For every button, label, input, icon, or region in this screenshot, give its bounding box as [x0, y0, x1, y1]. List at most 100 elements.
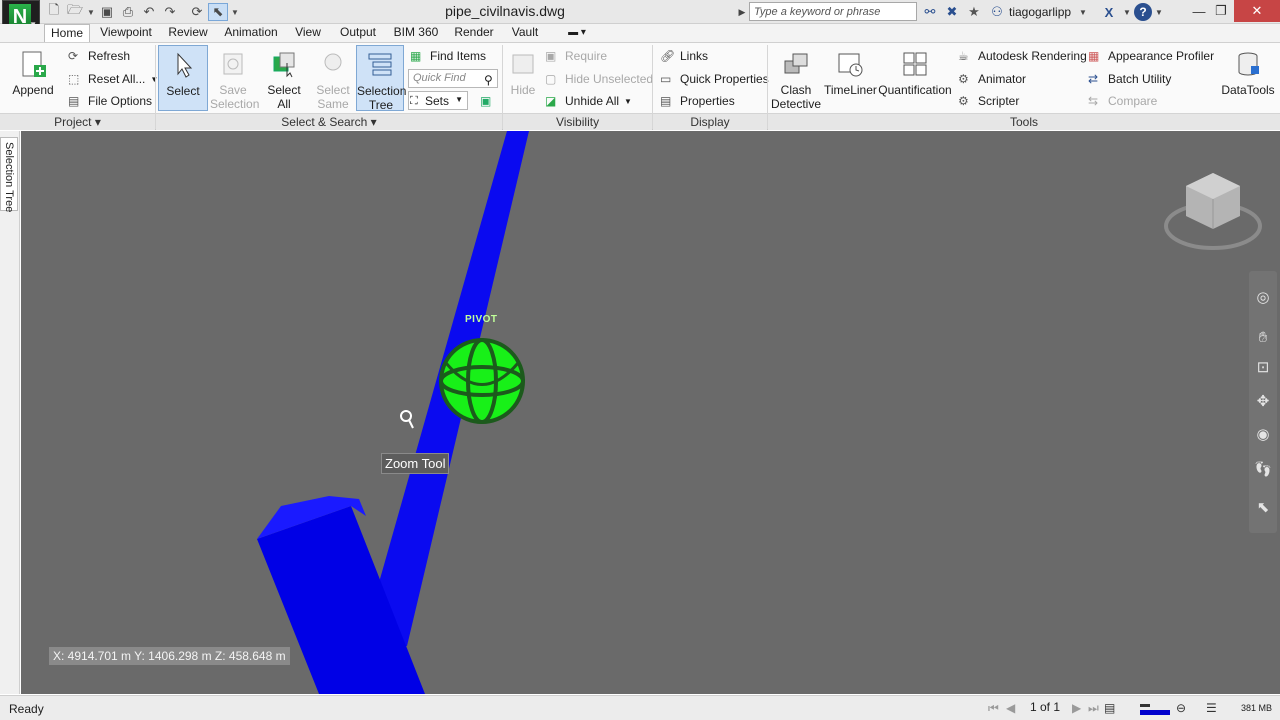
left-dock-bar: Selection Tree	[0, 131, 20, 694]
select-all-button[interactable]: Select All	[260, 45, 308, 111]
select-all-label: Select All	[267, 83, 301, 111]
orbit-icon[interactable]: ✥	[1253, 391, 1273, 411]
select-button[interactable]: Select	[158, 45, 208, 111]
batch-utility-button[interactable]: ⇄ Batch Utility	[1088, 69, 1171, 89]
animator-button[interactable]: ⚙ Animator	[958, 69, 1026, 89]
clash-detective-button[interactable]: Clash Detective	[770, 45, 822, 111]
tab-review[interactable]: Review	[164, 24, 212, 42]
scripter-button[interactable]: ⚙ Scripter	[958, 91, 1019, 111]
help-icon[interactable]: ?	[1134, 3, 1152, 21]
autodesk-rendering-label: Autodesk Rendering	[978, 49, 1087, 63]
look-around-icon[interactable]: ◉	[1253, 424, 1273, 444]
favorites-star-icon[interactable]: ★	[964, 3, 984, 21]
datatools-button[interactable]: DataTools	[1220, 45, 1276, 111]
autodesk-rendering-button[interactable]: ☕︎ Autodesk Rendering	[958, 46, 1087, 66]
panel-title-display: Display	[653, 113, 767, 130]
unhide-all-button[interactable]: ◪ Unhide All ▼	[545, 91, 632, 111]
quick-find-search-icon[interactable]: ⚲	[484, 70, 498, 90]
hide-unselected-label: Hide Unselected	[565, 72, 654, 86]
compare-button[interactable]: ⇆ Compare	[1088, 91, 1157, 111]
exchange-apps-icon[interactable]: X	[1098, 3, 1120, 21]
tab-render[interactable]: Render	[450, 24, 498, 42]
selection-tree-icon	[368, 53, 392, 76]
timeliner-button[interactable]: TimeLiner	[824, 45, 877, 111]
ribbon-tab-bar: Home Viewpoint Review Animation View Out…	[0, 24, 1280, 42]
tab-vault[interactable]: Vault	[506, 24, 544, 42]
close-button[interactable]: ✕	[1234, 0, 1280, 22]
tab-animation[interactable]: Animation	[220, 24, 282, 42]
walk-icon[interactable]: 👣︎	[1253, 459, 1273, 479]
steering-wheel-icon[interactable]: ◎	[1253, 287, 1273, 307]
chevron-down-icon[interactable]: ▼	[1078, 3, 1088, 21]
save-selection-button[interactable]: Save Selection	[210, 45, 260, 111]
batch-utility-icon: ⇄	[1088, 71, 1099, 86]
select-same-button[interactable]: Select Same	[310, 45, 356, 111]
compare-icon: ⇆	[1088, 93, 1099, 108]
select-all-icon	[273, 52, 295, 78]
communication-center-icon[interactable]: ✖	[942, 3, 962, 21]
zoom-window-icon[interactable]: ⊡	[1253, 357, 1273, 377]
file-options-button[interactable]: ▤ File Options	[68, 91, 152, 111]
hide-unselected-button[interactable]: ▢ Hide Unselected	[545, 69, 653, 89]
reset-icon: ⬚	[68, 71, 80, 86]
panel-title-select-search[interactable]: Select & Search ▾	[156, 113, 502, 130]
tab-output[interactable]: Output	[334, 24, 382, 42]
require-button[interactable]: ▣ Require	[545, 46, 607, 66]
properties-button[interactable]: ▤ Properties	[660, 91, 735, 111]
chevron-down-icon[interactable]: ▼	[1154, 3, 1164, 21]
web-server-icon: ☰	[1206, 701, 1217, 715]
selection-tree-dock-tab[interactable]: Selection Tree	[0, 137, 18, 212]
append-button[interactable]: Append	[8, 45, 58, 111]
refresh-button[interactable]: ⟳ Refresh	[68, 46, 130, 66]
pan-hand-icon[interactable]: ✋︎	[1253, 327, 1273, 347]
find-items-button[interactable]: ▦ Find Items	[410, 46, 486, 66]
panel-title-project[interactable]: Project ▾	[0, 113, 155, 130]
quantification-label: Quantification	[878, 83, 952, 97]
previous-sheet-icon[interactable]: ◀	[1006, 701, 1015, 715]
first-sheet-icon[interactable]: ⏮	[988, 701, 999, 716]
restore-button[interactable]: ❐	[1206, 0, 1236, 22]
timeliner-label: TimeLiner	[824, 83, 877, 97]
select-cursor-icon[interactable]: ⬉	[1253, 497, 1273, 517]
chevron-right-icon[interactable]: ▶	[737, 3, 747, 21]
help-search-input[interactable]: Type a keyword or phrase	[749, 2, 917, 21]
3d-scene	[257, 131, 1262, 694]
properties-label: Properties	[680, 94, 735, 108]
tab-viewpoint[interactable]: Viewpoint	[94, 24, 158, 42]
unhide-all-label: Unhide All	[565, 94, 620, 108]
user-account-name[interactable]: tiagogarlipp	[1009, 5, 1071, 19]
reset-all-button[interactable]: ⬚Reset All...▼	[68, 69, 158, 89]
file-options-label: File Options	[88, 94, 153, 108]
links-button[interactable]: 🔗︎ Links	[660, 46, 708, 66]
cursor-coordinates: X: 4914.701 m Y: 1406.298 m Z: 458.648 m	[49, 647, 290, 665]
select-same-label: Select Same	[316, 83, 350, 111]
viewcube-icon[interactable]	[1164, 173, 1262, 250]
title-bar: N ▼ 🗋 🗁 ▼ ▣ ⎙ ↶ ↷ ⟳ ⬉ ▼ pipe_civilnavis.…	[0, 0, 1280, 34]
next-sheet-icon[interactable]: ▶	[1072, 701, 1081, 715]
hide-label: Hide	[510, 83, 536, 97]
appearance-profiler-button[interactable]: ▦ Appearance Profiler	[1088, 46, 1214, 66]
user-icon[interactable]: ⚇	[988, 3, 1006, 21]
chevron-down-icon[interactable]: ▼	[1122, 3, 1132, 21]
tab-bim360[interactable]: BIM 360	[390, 24, 442, 42]
unhide-all-icon: ◪	[545, 93, 557, 108]
append-icon	[22, 51, 46, 77]
quantification-button[interactable]: Quantification	[878, 45, 952, 111]
binoculars-search-icon[interactable]: ⚯	[920, 3, 940, 21]
ribbon-minimize-toggle[interactable]: ▬ ▾	[562, 24, 592, 42]
last-sheet-icon[interactable]: ⏭	[1088, 701, 1099, 716]
save-selection-label: Save Selection	[210, 83, 260, 111]
3d-viewport[interactable]: PIVOT Zoom Tool X: 4914.701 m Y: 1406.29…	[21, 131, 1280, 694]
pencil-progress-icon: ▬	[1140, 699, 1170, 715]
selection-tree-button[interactable]: Selection Tree	[356, 45, 406, 112]
file-options-icon: ▤	[68, 93, 80, 108]
manage-sets-icon[interactable]: ▣	[480, 91, 498, 111]
hide-button[interactable]: Hide	[504, 45, 542, 111]
quick-properties-button[interactable]: ▭ Quick Properties	[660, 69, 769, 89]
scripter-icon: ⚙	[958, 93, 969, 108]
tab-view[interactable]: View	[290, 24, 326, 42]
tab-home[interactable]: Home	[44, 24, 90, 42]
reset-all-label: Reset All...	[88, 72, 146, 86]
sheet-browser-icon[interactable]: ▤	[1104, 701, 1115, 715]
status-text: Ready	[9, 702, 44, 716]
